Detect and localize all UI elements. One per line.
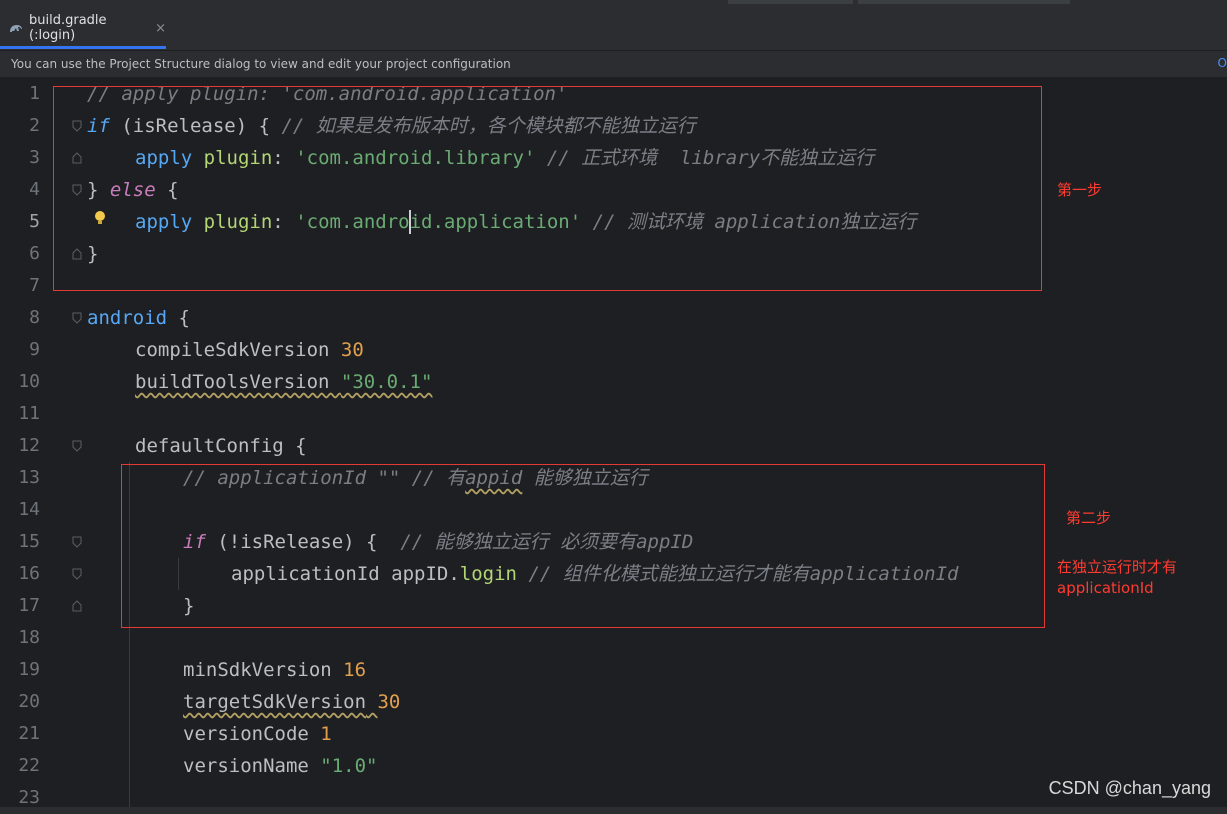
notification-message: You can use the Project Structure dialog… (11, 57, 511, 71)
line-number: 21 (18, 723, 40, 744)
line-number: 7 (29, 275, 40, 296)
line-number: 15 (18, 531, 40, 552)
editor-tab-bar: build.gradle (:login) × (0, 0, 1227, 51)
line-number: 20 (18, 691, 40, 712)
notification-bar: You can use the Project Structure dialog… (0, 51, 1227, 78)
toolbar-field[interactable] (858, 0, 1070, 4)
line-number: 4 (29, 179, 40, 200)
line-number: 9 (29, 339, 40, 360)
line-number: 10 (18, 371, 40, 392)
code-line-8: android { (87, 307, 190, 329)
code-editor[interactable]: 1 2 3 4 5 6 7 8 9 10 11 12 13 14 15 16 1… (0, 78, 1227, 808)
line-number: 6 (29, 243, 40, 264)
line-number: 16 (18, 563, 40, 584)
annotation-box-step2 (121, 464, 1045, 628)
line-number: 8 (29, 307, 40, 328)
notification-link[interactable]: O (1218, 56, 1227, 70)
line-number: 18 (18, 627, 40, 648)
fold-icon[interactable] (72, 312, 82, 324)
code-line-9: compileSdkVersion 30 (135, 339, 364, 361)
annotation-step2-note-2: applicationId (1057, 579, 1154, 597)
tab-title: build.gradle (:login) (29, 13, 107, 43)
line-number: 19 (18, 659, 40, 680)
line-number: 5 (29, 211, 40, 232)
watermark: CSDN @chan_yang (1048, 778, 1211, 798)
line-number: 2 (29, 115, 40, 136)
line-number: 11 (18, 403, 40, 424)
line-number: 17 (18, 595, 40, 616)
gradle-file-icon (9, 23, 23, 33)
line-number: 14 (18, 499, 40, 520)
code-line-20: targetSdkVersion 30 (183, 691, 401, 713)
annotation-box-step1 (53, 86, 1042, 291)
annotation-step2-note-1: 在独立运行时才有 (1057, 558, 1178, 576)
line-number: 23 (18, 787, 40, 808)
code-line-10: buildToolsVersion "30.0.1" (135, 371, 433, 393)
fold-icon[interactable] (72, 600, 82, 612)
close-icon[interactable]: × (155, 21, 166, 36)
line-number: 12 (18, 435, 40, 456)
line-number: 1 (29, 83, 40, 104)
tab-build-gradle[interactable]: build.gradle (:login) × (0, 10, 166, 49)
line-number: 3 (29, 147, 40, 168)
annotation-step1: 第一步 (1057, 181, 1103, 199)
annotation-step2: 第二步 (1066, 509, 1112, 527)
line-number: 22 (18, 755, 40, 776)
fold-icon[interactable] (72, 536, 82, 548)
fold-icon[interactable] (72, 568, 82, 580)
code-line-19: minSdkVersion 16 (183, 659, 367, 681)
fold-icon[interactable] (72, 440, 82, 452)
toolbar-field[interactable] (728, 0, 853, 4)
code-line-22: versionName "1.0" (183, 755, 378, 777)
line-number: 13 (18, 467, 40, 488)
code-line-12: defaultConfig { (135, 435, 307, 457)
code-line-21: versionCode 1 (183, 723, 332, 745)
